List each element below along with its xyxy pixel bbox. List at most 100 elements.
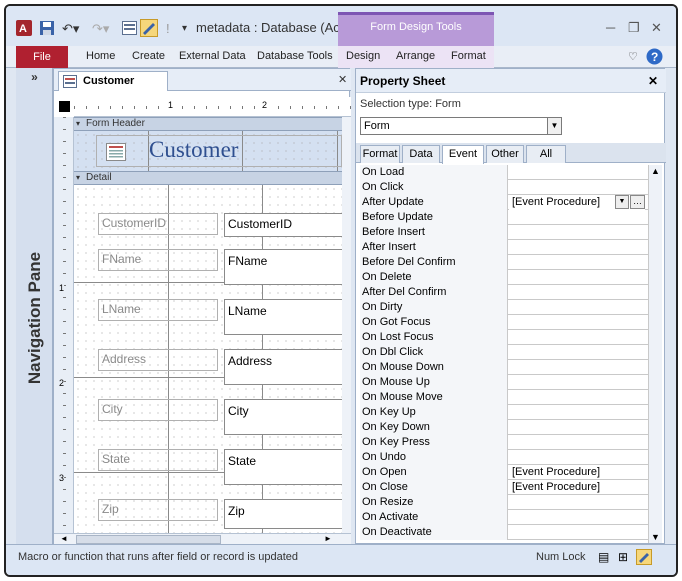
property-row[interactable]: On Activate: [360, 510, 650, 525]
chevron-down-icon[interactable]: ▼: [547, 118, 561, 134]
form-header-section[interactable]: Customer: [74, 131, 342, 171]
property-row[interactable]: On Undo: [360, 450, 650, 465]
property-value-field[interactable]: [509, 330, 645, 345]
close-property-sheet-icon[interactable]: ✕: [648, 69, 658, 93]
property-row[interactable]: On Close [Event Procedure]: [360, 480, 650, 495]
detail-band[interactable]: ▾ Detail: [74, 171, 351, 185]
property-value-field[interactable]: [Event Procedure]: [509, 465, 645, 480]
label-state[interactable]: State: [98, 449, 218, 471]
property-row[interactable]: On Resize: [360, 495, 650, 510]
property-row[interactable]: On Key Up: [360, 405, 650, 420]
property-row[interactable]: On Deactivate: [360, 525, 650, 540]
property-value-field[interactable]: [509, 495, 645, 510]
header-title[interactable]: Customer: [149, 137, 238, 163]
property-sheet-scrollbar[interactable]: ▲ ▼: [648, 165, 662, 543]
label-address[interactable]: Address: [98, 349, 218, 371]
navigation-pane[interactable]: » Navigation Pane: [16, 68, 53, 544]
undo-icon[interactable]: ↶▾: [62, 20, 79, 38]
form-view-icon[interactable]: [122, 21, 137, 35]
property-row[interactable]: On Key Down: [360, 420, 650, 435]
property-value-field[interactable]: [509, 240, 645, 255]
property-row[interactable]: On Mouse Down: [360, 360, 650, 375]
property-row[interactable]: On Open [Event Procedure]: [360, 465, 650, 480]
tab-other-props[interactable]: Other: [486, 145, 524, 163]
property-row[interactable]: On Delete: [360, 270, 650, 285]
property-value-field[interactable]: [509, 405, 645, 420]
form-logo-icon[interactable]: [106, 143, 126, 161]
scroll-left-icon[interactable]: ◄: [60, 534, 68, 543]
label-customerid[interactable]: CustomerID: [98, 213, 218, 235]
textbox-lname[interactable]: LName: [224, 299, 342, 335]
property-row[interactable]: After Insert: [360, 240, 650, 255]
access-app-icon[interactable]: A: [16, 20, 32, 36]
property-value-field[interactable]: [509, 165, 645, 180]
property-value-field[interactable]: [509, 225, 645, 240]
property-row[interactable]: On Dbl Click: [360, 345, 650, 360]
save-icon[interactable]: [40, 21, 54, 35]
property-row[interactable]: On Mouse Move: [360, 390, 650, 405]
detail-section[interactable]: CustomerID CustomerID FName FName LName …: [74, 185, 342, 533]
property-row[interactable]: On Dirty: [360, 300, 650, 315]
design-view-status-icon[interactable]: [636, 549, 652, 565]
label-zip[interactable]: Zip: [98, 499, 218, 521]
property-value-field[interactable]: [509, 180, 645, 195]
form-selector[interactable]: [59, 101, 70, 112]
label-fname[interactable]: FName: [98, 249, 218, 271]
form-view-status-icon[interactable]: ▤: [598, 550, 609, 564]
property-value-field[interactable]: [509, 525, 645, 540]
layout-view-status-icon[interactable]: ⊞: [618, 550, 628, 564]
tab-file[interactable]: File: [16, 46, 68, 68]
property-value-field[interactable]: [509, 435, 645, 450]
tab-database-tools[interactable]: Database Tools: [257, 50, 333, 62]
scroll-up-icon[interactable]: ▲: [651, 166, 660, 176]
textbox-customerid[interactable]: CustomerID: [224, 213, 342, 237]
scroll-thumb[interactable]: [76, 535, 221, 544]
property-value-field[interactable]: [509, 300, 645, 315]
object-selector-dropdown[interactable]: Form ▼: [360, 117, 562, 135]
tab-customer[interactable]: Customer: [58, 71, 168, 91]
property-value-field[interactable]: [509, 210, 645, 225]
chevron-down-icon[interactable]: ▼: [615, 195, 629, 209]
tab-format-props[interactable]: Format: [360, 145, 400, 163]
property-row[interactable]: Before Insert: [360, 225, 650, 240]
property-value-field[interactable]: [509, 390, 645, 405]
nav-pane-toggle-button[interactable]: »: [16, 70, 53, 88]
exclamation-icon[interactable]: !: [166, 20, 170, 38]
builder-ellipsis-button[interactable]: …: [630, 195, 645, 209]
property-value-field[interactable]: [509, 510, 645, 525]
textbox-address[interactable]: Address: [224, 349, 342, 385]
property-row[interactable]: Before Del Confirm: [360, 255, 650, 270]
textbox-state[interactable]: State: [224, 449, 342, 485]
scroll-down-icon[interactable]: ▼: [651, 532, 660, 542]
property-row[interactable]: On Mouse Up: [360, 375, 650, 390]
property-value-field[interactable]: [509, 360, 645, 375]
property-row[interactable]: After Del Confirm: [360, 285, 650, 300]
close-button[interactable]: ✕: [651, 20, 662, 36]
redo-icon[interactable]: ↷▾: [92, 20, 109, 38]
tab-data-props[interactable]: Data: [402, 145, 440, 163]
property-value-field[interactable]: [Event Procedure]: [509, 480, 645, 495]
property-value-field[interactable]: [509, 285, 645, 300]
label-lname[interactable]: LName: [98, 299, 218, 321]
tab-arrange[interactable]: Arrange: [396, 50, 435, 62]
property-value-field[interactable]: [509, 345, 645, 360]
minimize-button[interactable]: ─: [606, 20, 615, 35]
property-row[interactable]: On Key Press: [360, 435, 650, 450]
restore-button[interactable]: ❐: [628, 20, 640, 36]
tab-all-props[interactable]: All: [526, 145, 566, 163]
property-row[interactable]: On Load: [360, 165, 650, 180]
label-city[interactable]: City: [98, 399, 218, 421]
property-value-field[interactable]: [509, 270, 645, 285]
property-row[interactable]: After Update [Event Procedure] ▼…: [360, 195, 650, 210]
property-row[interactable]: On Click: [360, 180, 650, 195]
tab-home[interactable]: Home: [86, 50, 115, 62]
textbox-city[interactable]: City: [224, 399, 342, 435]
customize-toolbar-icon[interactable]: ▾: [182, 20, 187, 38]
design-view-icon[interactable]: [140, 19, 158, 37]
scroll-right-icon[interactable]: ►: [324, 534, 332, 543]
property-value-field[interactable]: [509, 375, 645, 390]
property-value-field[interactable]: [509, 255, 645, 270]
property-row[interactable]: Before Update: [360, 210, 650, 225]
tab-event-props[interactable]: Event: [442, 145, 484, 164]
close-document-icon[interactable]: ✕: [338, 73, 347, 86]
